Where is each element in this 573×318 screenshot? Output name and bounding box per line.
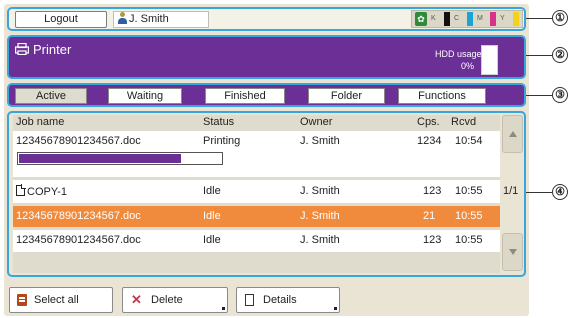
select-all-label: Select all bbox=[34, 294, 79, 306]
delete-button[interactable]: ✕ Delete bbox=[122, 287, 228, 313]
toner-bar-y bbox=[513, 12, 519, 26]
delete-x-icon: ✕ bbox=[131, 292, 142, 307]
page-indicator: 1/1 bbox=[503, 185, 519, 197]
tab-active[interactable]: Active bbox=[15, 88, 87, 104]
copy-document-icon bbox=[16, 184, 26, 196]
arrow-down-icon bbox=[509, 249, 517, 255]
col-status: Status bbox=[203, 116, 235, 128]
job-received: 10:54 bbox=[455, 135, 483, 147]
toner-bar-c bbox=[467, 12, 473, 26]
details-button[interactable]: Details bbox=[236, 287, 340, 313]
job-status: Idle bbox=[203, 210, 221, 222]
toner-k: K bbox=[431, 12, 450, 26]
print-progress-bar bbox=[17, 152, 223, 165]
delete-label: Delete bbox=[151, 294, 183, 306]
user-icon bbox=[118, 12, 127, 24]
job-copies: 123 bbox=[423, 234, 442, 246]
toner-bar-m bbox=[490, 12, 496, 26]
user-indicator: J. Smith bbox=[113, 11, 209, 28]
job-status: Idle bbox=[203, 234, 221, 246]
job-status: Printing bbox=[203, 135, 241, 147]
callout-4: ④ bbox=[552, 184, 568, 200]
col-owner: Owner bbox=[300, 116, 333, 128]
job-received: 10:55 bbox=[455, 185, 483, 197]
col-received: Rcvd bbox=[451, 116, 477, 128]
callout-2: ② bbox=[552, 47, 568, 63]
select-all-icon bbox=[17, 294, 27, 306]
toner-bar-k bbox=[444, 12, 450, 26]
toner-m: M bbox=[477, 12, 496, 26]
job-status: Idle bbox=[203, 185, 221, 197]
hdd-usage-value: 0% bbox=[461, 61, 475, 71]
hdd-usage-gauge bbox=[481, 45, 498, 75]
arrow-up-icon bbox=[509, 131, 517, 137]
job-name: 12345678901234567.doc bbox=[16, 234, 141, 246]
job-copies: 123 bbox=[423, 185, 442, 197]
details-label: Details bbox=[263, 294, 297, 306]
col-job-name: Job name bbox=[16, 116, 65, 128]
printer-icon bbox=[15, 43, 29, 55]
job-owner: J. Smith bbox=[300, 234, 340, 246]
details-document-icon bbox=[245, 294, 254, 306]
table-row[interactable]: 12345678901234567.doc Idle J. Smith 123 … bbox=[13, 230, 500, 252]
table-header: Job name Status Owner Cps. Rcvd bbox=[13, 115, 500, 129]
job-name: 12345678901234567.doc bbox=[16, 210, 141, 222]
top-status-bar: Logout J. Smith ✿ K C M Y bbox=[7, 7, 526, 31]
job-copies: 1234 bbox=[417, 135, 442, 147]
callout-1: ① bbox=[552, 10, 568, 26]
tab-finished[interactable]: Finished bbox=[205, 88, 285, 104]
submenu-indicator-icon bbox=[334, 307, 337, 310]
callout-line bbox=[526, 18, 552, 19]
callout-line bbox=[526, 95, 552, 96]
tab-bar: Active Waiting Finished Folder Functions bbox=[7, 83, 526, 107]
tab-waiting[interactable]: Waiting bbox=[108, 88, 182, 104]
tab-folder[interactable]: Folder bbox=[308, 88, 385, 104]
scroll-down-button[interactable] bbox=[502, 233, 523, 271]
print-progress-fill bbox=[19, 154, 181, 163]
job-received: 10:55 bbox=[455, 210, 483, 222]
table-row[interactable]: 12345678901234567.doc Printing J. Smith … bbox=[13, 131, 500, 177]
page-title: Printer bbox=[33, 42, 72, 57]
col-copies: Cps. bbox=[417, 116, 440, 128]
job-copies: 21 bbox=[423, 210, 436, 222]
toner-c: C bbox=[454, 12, 473, 26]
table-row-selected[interactable]: 12345678901234567.doc Idle J. Smith 21 1… bbox=[13, 206, 500, 227]
callout-3: ③ bbox=[552, 87, 568, 103]
callout-line bbox=[526, 192, 552, 193]
job-owner: J. Smith bbox=[300, 210, 340, 222]
job-received: 10:55 bbox=[455, 234, 483, 246]
job-name: COPY-1 bbox=[16, 184, 67, 198]
callout-line bbox=[526, 55, 552, 56]
job-name: 12345678901234567.doc bbox=[16, 135, 141, 147]
job-owner: J. Smith bbox=[300, 185, 340, 197]
table-row[interactable]: COPY-1 Idle J. Smith 123 10:55 bbox=[13, 180, 500, 203]
toner-levels: ✿ K C M Y bbox=[411, 10, 523, 28]
job-list-panel: Job name Status Owner Cps. Rcvd 12345678… bbox=[7, 111, 526, 277]
printer-header: Printer HDD usage 0% bbox=[7, 35, 526, 79]
submenu-indicator-icon bbox=[222, 307, 225, 310]
hdd-usage-label: HDD usage bbox=[435, 49, 482, 59]
job-table: Job name Status Owner Cps. Rcvd 12345678… bbox=[13, 115, 500, 273]
job-owner: J. Smith bbox=[300, 135, 340, 147]
user-name: J. Smith bbox=[129, 13, 169, 25]
toner-y: Y bbox=[500, 12, 519, 26]
logout-button[interactable]: Logout bbox=[15, 11, 107, 28]
select-all-button[interactable]: Select all bbox=[9, 287, 113, 313]
scroll-up-button[interactable] bbox=[502, 115, 523, 153]
eco-leaf-icon: ✿ bbox=[415, 12, 427, 26]
tab-functions[interactable]: Functions bbox=[398, 88, 486, 104]
